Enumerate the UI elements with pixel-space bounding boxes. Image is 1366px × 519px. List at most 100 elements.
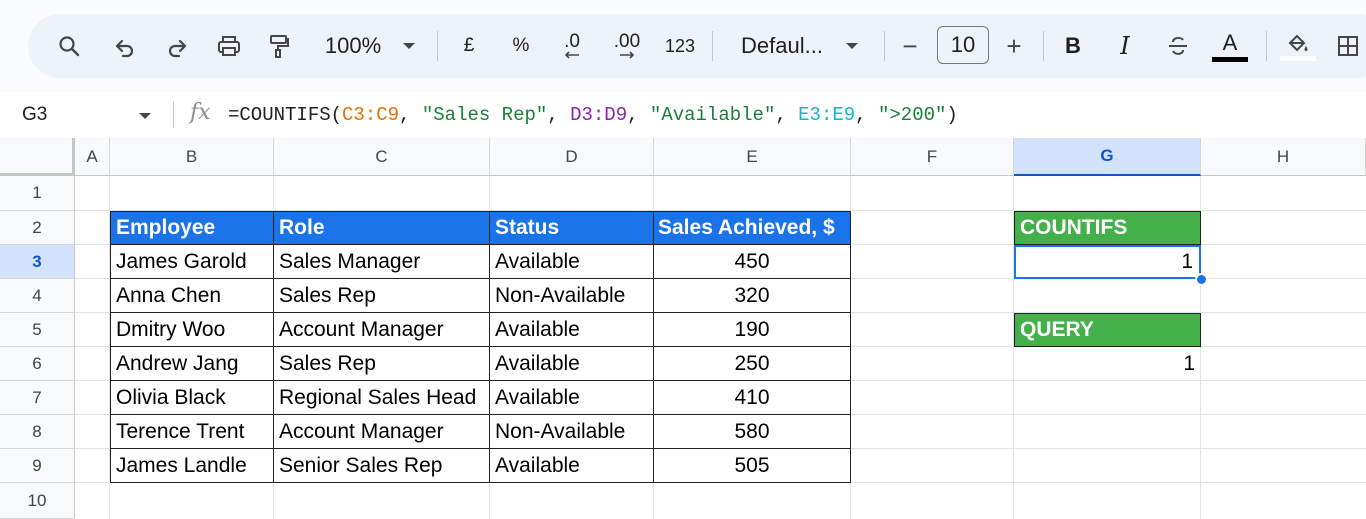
query-label[interactable]: QUERY xyxy=(1014,313,1201,347)
borders-icon[interactable] xyxy=(1333,14,1363,78)
table-cell[interactable]: Available xyxy=(490,347,654,381)
font-size-value: 10 xyxy=(950,32,976,57)
row-header-2[interactable]: 2 xyxy=(0,211,75,245)
increase-font-size-button[interactable]: + xyxy=(1002,14,1026,78)
column-header-a[interactable]: A xyxy=(75,138,110,176)
font-dropdown-icon[interactable] xyxy=(841,14,863,78)
paint-format-icon[interactable] xyxy=(264,14,294,78)
table-cell[interactable]: 410 xyxy=(654,381,851,415)
formula-range-2: D3:D9 xyxy=(570,104,628,126)
table-cell[interactable]: 320 xyxy=(654,279,851,313)
print-icon[interactable] xyxy=(214,14,244,78)
table-cell[interactable]: Andrew Jang xyxy=(110,347,274,381)
column-header-d[interactable]: D xyxy=(490,138,654,176)
spreadsheet-grid[interactable]: A B C D E F G H 1 2 3 4 5 6 7 8 9 10 Employee Role Status Sal… xyxy=(0,138,1366,519)
table-cell[interactable]: Terence Trent xyxy=(110,415,274,449)
column-header-g[interactable]: G xyxy=(1014,138,1201,176)
font-select[interactable]: Defaul... xyxy=(734,14,830,78)
arrow-right-icon xyxy=(620,51,635,59)
table-cell[interactable]: Anna Chen xyxy=(110,279,274,313)
search-icon[interactable] xyxy=(54,14,84,78)
formula-token: , xyxy=(399,104,422,126)
formula-input[interactable]: =COUNTIFS(C3:C9, "Sales Rep", D3:D9, "Av… xyxy=(228,92,958,138)
table-header-cell[interactable]: Status xyxy=(490,211,654,245)
fx-icon: fx xyxy=(190,100,211,125)
table-header-cell[interactable]: Sales Achieved, $ xyxy=(654,211,851,245)
table-cell[interactable]: James Garold xyxy=(110,245,274,279)
row-header-8[interactable]: 8 xyxy=(0,415,75,449)
arrow-left-icon xyxy=(564,51,579,59)
table-cell[interactable]: Account Manager xyxy=(274,415,490,449)
percent-format-button[interactable]: % xyxy=(508,14,534,78)
more-formats-label: 123 xyxy=(664,35,696,56)
fill-color-button[interactable] xyxy=(1280,14,1316,78)
formula-range-3: E3:E9 xyxy=(798,104,856,126)
redo-icon[interactable] xyxy=(162,14,192,78)
italic-button[interactable]: I xyxy=(1112,14,1138,78)
table-cell[interactable]: Non-Available xyxy=(490,415,654,449)
table-cell[interactable]: Available xyxy=(490,245,654,279)
formula-token: , xyxy=(855,104,878,126)
more-formats-button[interactable]: 123 xyxy=(660,14,700,78)
table-cell[interactable]: Available xyxy=(490,449,654,483)
table-cell[interactable]: Non-Available xyxy=(490,279,654,313)
decrease-decimal-label: .0 xyxy=(564,31,580,52)
table-cell[interactable]: Senior Sales Rep xyxy=(274,449,490,483)
bold-button[interactable]: B xyxy=(1060,14,1086,78)
zoom-dropdown-icon[interactable] xyxy=(398,14,420,78)
increase-decimal-button[interactable]: .00 xyxy=(608,14,646,78)
table-cell[interactable]: Available xyxy=(490,313,654,347)
row-header-1[interactable]: 1 xyxy=(0,176,75,211)
table-cell[interactable]: 250 xyxy=(654,347,851,381)
row-header-6[interactable]: 6 xyxy=(0,347,75,381)
table-header-cell[interactable]: Employee xyxy=(110,211,274,245)
toolbar-divider xyxy=(884,31,885,61)
row-header-4[interactable]: 4 xyxy=(0,279,75,313)
font-size-input[interactable]: 10 xyxy=(937,26,989,64)
row-header-3[interactable]: 3 xyxy=(0,245,75,279)
decrease-decimal-button[interactable]: .0 xyxy=(554,14,590,78)
decrease-font-size-button[interactable]: − xyxy=(898,14,922,78)
text-color-button[interactable]: A xyxy=(1210,14,1250,78)
column-header-b[interactable]: B xyxy=(110,138,274,176)
toolbar-divider xyxy=(1043,31,1044,61)
table-cell[interactable]: Sales Manager xyxy=(274,245,490,279)
table-cell[interactable]: 450 xyxy=(654,245,851,279)
table-header-cell[interactable]: Role xyxy=(274,211,490,245)
table-cell[interactable]: Sales Rep xyxy=(274,347,490,381)
fill-handle[interactable] xyxy=(1195,273,1208,286)
row-header-9[interactable]: 9 xyxy=(0,449,75,483)
strikethrough-icon[interactable] xyxy=(1164,14,1192,78)
table-cell[interactable]: Olivia Black xyxy=(110,381,274,415)
table-cell[interactable]: Available xyxy=(490,381,654,415)
row-header-10[interactable]: 10 xyxy=(0,483,75,519)
table-cell[interactable]: Regional Sales Head xyxy=(274,381,490,415)
name-box[interactable]: G3 xyxy=(22,92,47,138)
query-result-cell[interactable]: 1 xyxy=(1014,347,1201,381)
table-cell[interactable]: Account Manager xyxy=(274,313,490,347)
column-header-f[interactable]: F xyxy=(851,138,1014,176)
name-box-dropdown-icon[interactable] xyxy=(138,111,152,121)
zoom-value: 100% xyxy=(324,33,382,58)
countifs-result-cell[interactable]: 1 xyxy=(1014,245,1201,279)
currency-label: £ xyxy=(463,35,475,56)
select-all-corner[interactable] xyxy=(0,138,75,176)
table-cell[interactable]: Dmitry Woo xyxy=(110,313,274,347)
column-header-e[interactable]: E xyxy=(654,138,851,176)
row-header-5[interactable]: 5 xyxy=(0,313,75,347)
row-header-7[interactable]: 7 xyxy=(0,381,75,415)
undo-icon[interactable] xyxy=(110,14,140,78)
table-cell[interactable]: James Landle xyxy=(110,449,274,483)
formula-token: ) xyxy=(946,104,958,126)
currency-format-button[interactable]: £ xyxy=(456,14,482,78)
column-header-h[interactable]: H xyxy=(1201,138,1366,176)
table-cell[interactable]: Sales Rep xyxy=(274,279,490,313)
countifs-label[interactable]: COUNTIFS xyxy=(1014,211,1201,245)
table-cell[interactable]: 580 xyxy=(654,415,851,449)
column-header-c[interactable]: C xyxy=(274,138,490,176)
table-cell[interactable]: 190 xyxy=(654,313,851,347)
table-cell[interactable]: 505 xyxy=(654,449,851,483)
zoom-select[interactable]: 100% xyxy=(318,14,388,78)
formula-criterion-1: "Sales Rep" xyxy=(421,104,548,126)
formula-token: , xyxy=(547,104,571,126)
